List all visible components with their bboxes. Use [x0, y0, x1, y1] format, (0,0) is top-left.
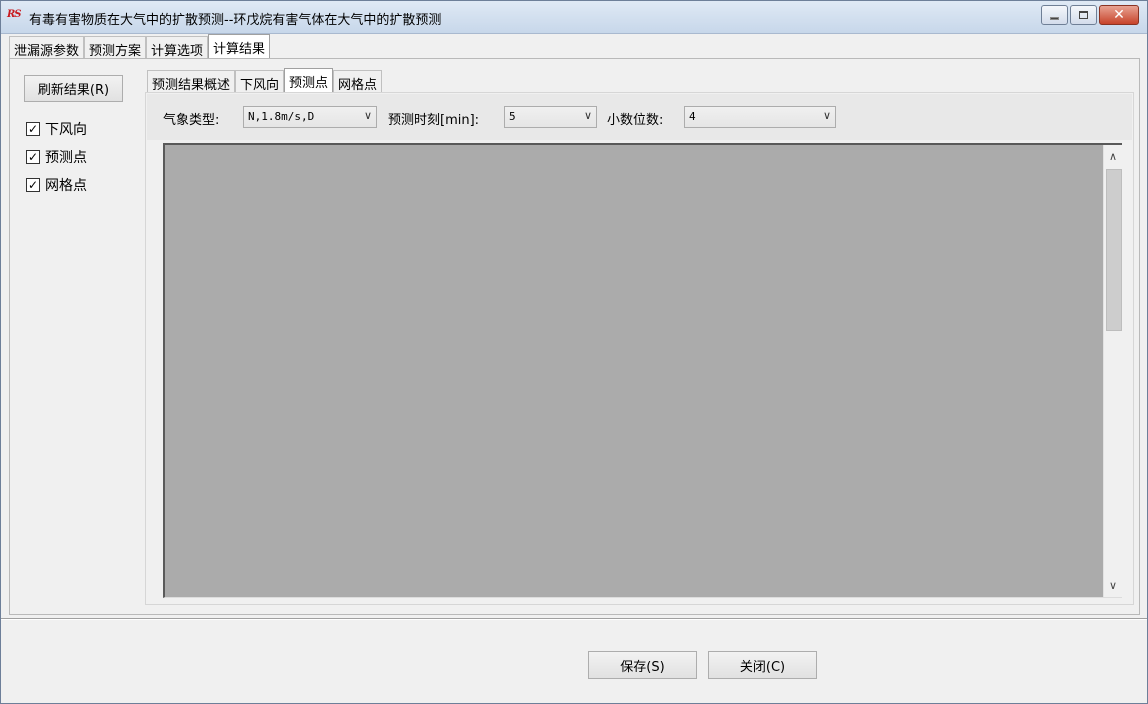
close-button[interactable]: 关闭(C): [708, 651, 817, 679]
check-label-downwind: 下风向: [45, 122, 87, 138]
window-controls: ✕: [1039, 5, 1139, 25]
checkbox-grid-point[interactable]: ✓: [26, 178, 40, 192]
scroll-up-icon[interactable]: ∧: [1104, 147, 1122, 166]
tab-prediction-point[interactable]: 预测点: [284, 68, 334, 92]
tab-prediction-plan[interactable]: 预测方案: [84, 36, 147, 59]
main-tab-bar: 泄漏源参数 预测方案 计算选项 计算结果: [9, 34, 271, 59]
prediction-point-panel: 气象类型: N,1.8m/s,D ∨ 预测时刻[min]: 5 ∨ 小数位数: …: [145, 92, 1134, 605]
app-window: RS 有毒有害物质在大气中的扩散预测--环戊烷有害气体在大气中的扩散预测 ✕ 泄…: [0, 0, 1148, 704]
weather-type-select[interactable]: N,1.8m/s,D ∨: [243, 106, 377, 128]
weather-type-label: 气象类型:: [163, 113, 220, 128]
chevron-down-icon: ∨: [363, 109, 372, 122]
results-grid[interactable]: ∧ ∨: [163, 143, 1122, 598]
scroll-thumb[interactable]: [1106, 169, 1122, 331]
inner-tab-bar: 预测结果概述 下风向 预测点 网格点: [147, 68, 383, 93]
checkbox-prediction-point[interactable]: ✓: [26, 150, 40, 164]
check-label-grid-point: 网格点: [45, 178, 87, 194]
check-prediction-point[interactable]: ✓ 预测点: [26, 143, 87, 171]
prediction-time-label: 预测时刻[min]:: [388, 113, 480, 128]
scroll-down-icon[interactable]: ∨: [1104, 576, 1122, 595]
tab-downwind[interactable]: 下风向: [235, 70, 285, 93]
close-window-button[interactable]: ✕: [1099, 5, 1139, 25]
minimize-button[interactable]: [1041, 5, 1068, 25]
results-panel: 刷新结果(R) ✓ 下风向 ✓ 预测点 ✓ 网格点 预测结果概述 下风向 预测点…: [9, 58, 1140, 615]
decimal-places-select[interactable]: 4 ∨: [684, 106, 836, 128]
tab-calc-options[interactable]: 计算选项: [146, 36, 209, 59]
prediction-time-value: 5: [509, 110, 516, 123]
refresh-results-button[interactable]: 刷新结果(R): [24, 75, 123, 102]
app-logo-icon: RS: [7, 9, 22, 20]
window-title: 有毒有害物质在大气中的扩散预测--环戊烷有害气体在大气中的扩散预测: [29, 13, 442, 28]
maximize-icon: [1079, 11, 1088, 19]
close-icon: ✕: [1113, 7, 1125, 23]
check-label-prediction-point: 预测点: [45, 150, 87, 166]
tab-result-overview[interactable]: 预测结果概述: [147, 70, 236, 93]
weather-type-value: N,1.8m/s,D: [248, 110, 315, 123]
title-bar: RS 有毒有害物质在大气中的扩散预测--环戊烷有害气体在大气中的扩散预测 ✕: [1, 1, 1147, 34]
chevron-down-icon: ∨: [822, 109, 831, 122]
decimal-places-label: 小数位数:: [607, 113, 664, 128]
checkbox-downwind[interactable]: ✓: [26, 122, 40, 136]
chevron-down-icon: ∨: [583, 109, 592, 122]
tab-calc-results[interactable]: 计算结果: [208, 34, 271, 58]
check-downwind[interactable]: ✓ 下风向: [26, 115, 87, 143]
maximize-button[interactable]: [1070, 5, 1097, 25]
result-type-checklist: ✓ 下风向 ✓ 预测点 ✓ 网格点: [26, 115, 87, 199]
options-toolbar: 气象类型: N,1.8m/s,D ∨ 预测时刻[min]: 5 ∨ 小数位数: …: [147, 94, 1132, 140]
decimal-places-value: 4: [689, 110, 696, 123]
save-button[interactable]: 保存(S): [588, 651, 697, 679]
tab-grid-point[interactable]: 网格点: [333, 70, 383, 93]
vertical-scrollbar[interactable]: ∧ ∨: [1103, 145, 1122, 597]
tab-leak-source[interactable]: 泄漏源参数: [9, 36, 85, 59]
check-grid-point[interactable]: ✓ 网格点: [26, 171, 87, 199]
prediction-time-select[interactable]: 5 ∨: [504, 106, 597, 128]
minimize-icon: [1050, 16, 1059, 20]
